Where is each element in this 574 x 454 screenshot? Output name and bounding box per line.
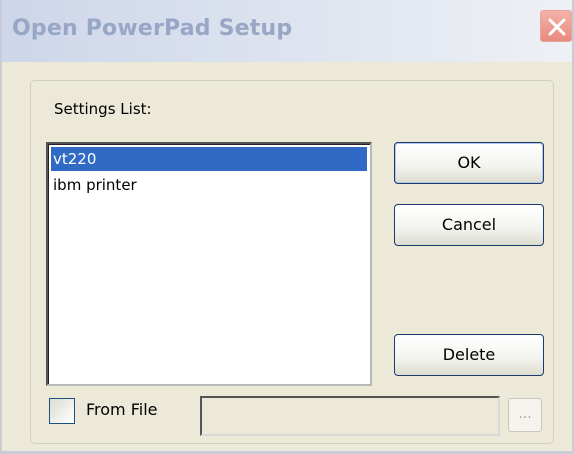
list-item-vt220[interactable]: vt220 <box>51 147 367 171</box>
close-x-icon <box>548 18 566 36</box>
browse-button: ... <box>508 398 542 432</box>
delete-button[interactable]: Delete <box>394 334 544 376</box>
list-item-ibm-printer[interactable]: ibm printer <box>51 173 367 197</box>
settings-listbox[interactable]: vt220 ibm printer <box>46 142 372 386</box>
from-file-label[interactable]: From File <box>86 400 158 419</box>
settings-list-label: Settings List: <box>54 100 152 118</box>
from-file-checkbox[interactable] <box>49 398 75 424</box>
title-bar[interactable]: Open PowerPad Setup <box>2 0 572 62</box>
dialog-window: Open PowerPad Setup Settings List: vt220… <box>0 0 574 454</box>
ok-button[interactable]: OK <box>394 142 544 184</box>
cancel-button[interactable]: Cancel <box>394 204 544 246</box>
window-title: Open PowerPad Setup <box>12 16 293 41</box>
close-button[interactable] <box>540 10 572 42</box>
file-path-field <box>200 396 500 436</box>
